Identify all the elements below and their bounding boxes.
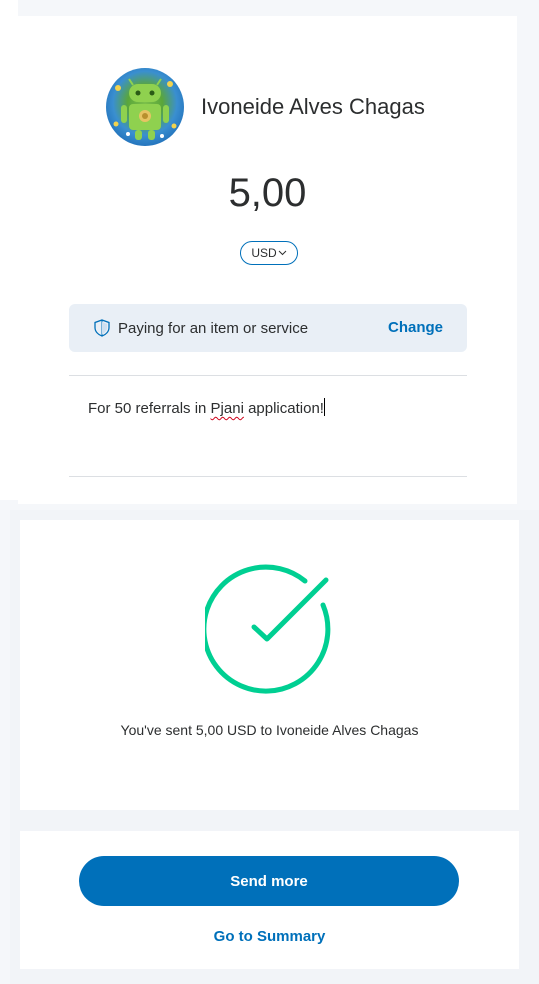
success-message: You've sent 5,00 USD to Ivoneide Alves C… [120,722,419,738]
note-misspelled-word: Pjani [210,400,244,417]
note-text-after: application! [243,400,324,417]
text-caret [323,398,325,416]
divider [69,375,467,376]
currency-selector[interactable]: USD [240,241,298,265]
success-overlay: You've sent 5,00 USD to Ivoneide Alves C… [10,510,539,984]
avatar [106,68,184,146]
android-avatar-icon [113,78,177,140]
currency-label: USD [251,246,277,260]
go-to-summary-link[interactable]: Go to Summary [20,928,519,945]
send-more-button[interactable]: Send more [79,856,459,906]
chevron-down-icon [278,248,287,258]
note-input[interactable]: For 50 referrals in Pjani application! [88,398,325,417]
note-text-before: For 50 referrals in [88,400,211,417]
change-purpose-link[interactable]: Change [388,319,443,336]
actions-card: Send more Go to Summary [20,831,519,969]
success-card: You've sent 5,00 USD to Ivoneide Alves C… [20,520,519,810]
send-money-form: Ivoneide Alves Chagas 5,00 USD Paying fo… [18,16,517,504]
amount-display[interactable]: 5,00 [18,171,517,216]
recipient-name: Ivoneide Alves Chagas [201,94,425,119]
background-strip [0,0,18,500]
shield-icon [94,319,110,337]
purpose-label: Paying for an item or service [118,319,309,337]
check-circle-icon [205,564,331,694]
divider [69,476,467,477]
recipient-row: Ivoneide Alves Chagas [106,67,425,147]
payment-purpose-box: Paying for an item or service Change [69,304,467,352]
